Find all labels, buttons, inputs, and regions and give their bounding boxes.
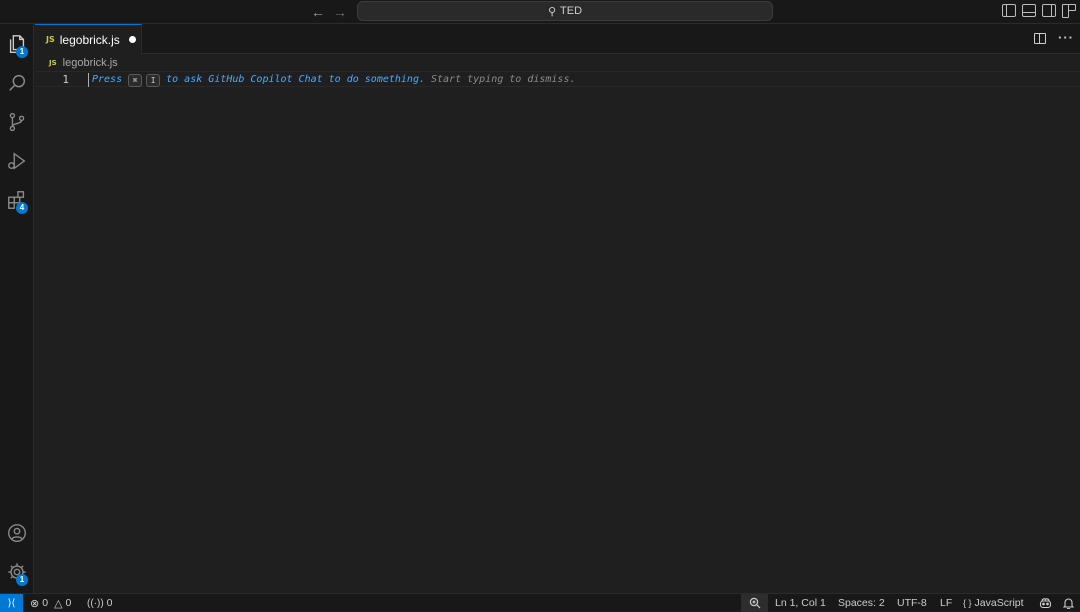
zoom-icon bbox=[749, 597, 760, 609]
hint-press: Press bbox=[92, 74, 123, 85]
error-icon: ⊗ bbox=[30, 597, 40, 610]
search-icon bbox=[9, 74, 26, 91]
manage-badge: 1 bbox=[16, 574, 28, 586]
ports-indicator[interactable]: ((·)) 0 bbox=[87, 594, 113, 612]
activity-manage[interactable]: 1 bbox=[0, 554, 34, 590]
split-editor-icon[interactable] bbox=[1034, 33, 1046, 44]
title-bar: ← → ⚲ TED bbox=[0, 0, 1080, 24]
command-center-search[interactable]: ⚲ TED bbox=[357, 1, 773, 21]
extensions-badge: 4 bbox=[16, 202, 28, 214]
arrow-right-icon[interactable]: → bbox=[331, 3, 349, 21]
bell-icon bbox=[1063, 598, 1074, 609]
run-debug-icon bbox=[8, 152, 26, 170]
current-line-highlight: 1 Press ⌘ I to ask GitHub Copilot Chat t… bbox=[35, 71, 1080, 87]
more-actions-icon[interactable]: ··· bbox=[1058, 31, 1074, 44]
activity-run-debug[interactable] bbox=[0, 143, 34, 179]
i-key: I bbox=[146, 73, 161, 87]
language-label: JavaScript bbox=[974, 597, 1024, 609]
status-bar: ⟩⟨ ⊗ 0 △ 0 ((·)) 0 Ln 1, Col 1 Spaces: 2… bbox=[0, 593, 1080, 612]
editor-tab-bar: JS legobrick.js ··· bbox=[35, 24, 1080, 54]
activity-search[interactable] bbox=[0, 65, 34, 101]
activity-explorer[interactable]: 1 bbox=[0, 26, 34, 62]
encoding[interactable]: UTF-8 bbox=[897, 594, 927, 612]
activity-bar: 1 4 1 bbox=[0, 24, 34, 593]
hint-dismiss: Start typing to dismiss. bbox=[431, 74, 576, 85]
zoom-button[interactable] bbox=[741, 594, 768, 612]
explorer-badge: 1 bbox=[16, 46, 28, 58]
arrow-left-icon[interactable]: ← bbox=[309, 3, 327, 21]
activity-accounts[interactable] bbox=[0, 515, 34, 551]
source-control-icon bbox=[9, 112, 25, 132]
remote-icon: ⟩⟨ bbox=[7, 597, 16, 609]
remote-indicator[interactable]: ⟩⟨ bbox=[0, 594, 23, 612]
indentation[interactable]: Spaces: 2 bbox=[838, 594, 885, 612]
editor-actions: ··· bbox=[1034, 31, 1074, 44]
problems-indicator[interactable]: ⊗ 0 △ 0 bbox=[30, 594, 71, 612]
toggle-panel-icon[interactable] bbox=[1022, 4, 1036, 17]
toggle-primary-sidebar-icon[interactable] bbox=[1002, 4, 1016, 17]
copilot-icon bbox=[1039, 598, 1052, 609]
notifications[interactable] bbox=[1063, 594, 1074, 612]
hint-ask[interactable]: to ask GitHub Copilot Chat to do somethi… bbox=[166, 73, 425, 87]
language-mode[interactable]: { } JavaScript bbox=[963, 594, 1024, 612]
warning-count: 0 bbox=[65, 597, 72, 609]
error-count: 0 bbox=[42, 597, 49, 609]
tab-legobrick-js[interactable]: JS legobrick.js bbox=[35, 24, 142, 54]
search-icon: ⚲ bbox=[547, 5, 557, 18]
copilot-status[interactable] bbox=[1039, 594, 1052, 612]
cursor-position[interactable]: Ln 1, Col 1 bbox=[775, 594, 826, 612]
copilot-hint: Press ⌘ I to ask GitHub Copilot Chat to … bbox=[92, 73, 576, 87]
broadcast-icon: ((·)) bbox=[87, 597, 104, 609]
ports-count: 0 bbox=[106, 597, 113, 609]
editor-area[interactable]: 1 Press ⌘ I to ask GitHub Copilot Chat t… bbox=[35, 70, 1080, 593]
text-cursor bbox=[88, 73, 89, 87]
breadcrumb-file[interactable]: legobrick.js bbox=[63, 57, 118, 69]
end-of-line[interactable]: LF bbox=[940, 594, 952, 612]
layout-controls bbox=[1002, 4, 1076, 18]
unsaved-dot-icon[interactable] bbox=[128, 36, 136, 43]
customize-layout-icon[interactable] bbox=[1062, 4, 1076, 18]
command-center-label: TED bbox=[560, 5, 583, 17]
js-file-icon: JS bbox=[49, 59, 57, 67]
activity-extensions[interactable]: 4 bbox=[0, 182, 34, 218]
account-icon bbox=[8, 524, 26, 542]
breadcrumb: JS legobrick.js bbox=[49, 55, 118, 71]
tab-label: legobrick.js bbox=[59, 32, 120, 47]
command-key: ⌘ bbox=[128, 73, 143, 87]
braces-icon: { } bbox=[963, 598, 972, 608]
activity-source-control[interactable] bbox=[0, 104, 34, 140]
line-number: 1 bbox=[62, 73, 69, 86]
toggle-secondary-sidebar-icon[interactable] bbox=[1042, 4, 1056, 17]
warning-icon: △ bbox=[54, 597, 63, 610]
js-file-icon: JS bbox=[46, 35, 55, 44]
